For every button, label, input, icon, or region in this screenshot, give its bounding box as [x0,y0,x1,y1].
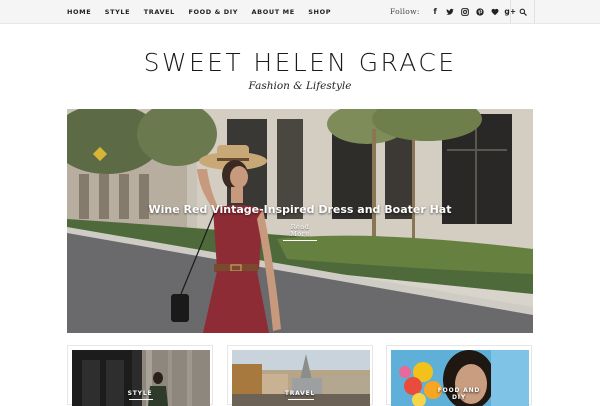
category-label-line1: FOOD AND [437,387,481,394]
category-thumbnail [232,350,370,406]
featured-post-image [67,109,533,333]
category-card-travel[interactable]: TRAVEL [227,345,373,406]
top-navigation-bar: HOME STYLE TRAVEL FOOD & DIY ABOUT ME SH… [0,0,600,24]
nav-item-home[interactable]: HOME [67,8,91,16]
twitter-icon[interactable] [443,6,458,18]
category-label-style: STYLE [127,390,153,397]
nav-item-travel[interactable]: TRAVEL [144,8,175,16]
main-menu: HOME STYLE TRAVEL FOOD & DIY ABOUT ME SH… [67,0,345,23]
featured-post-slider[interactable] [67,109,533,333]
category-card-food-diy[interactable]: FOOD AND DIY [386,345,532,406]
facebook-icon[interactable]: f [428,6,443,18]
site-tagline: Fashion & Lifestyle [248,80,352,92]
category-label-travel: TRAVEL [284,390,316,397]
social-follow: Follow: f g+ [390,0,518,23]
instagram-icon[interactable] [458,6,473,18]
search-icon [519,8,527,16]
read-more-line2: More [290,230,310,238]
nav-item-shop[interactable]: SHOP [308,8,331,16]
nav-item-food-diy[interactable]: FOOD & DIY [188,8,238,16]
pinterest-icon[interactable] [473,6,488,18]
nav-item-about-me[interactable]: ABOUT ME [252,8,295,16]
social-icons: f g+ [428,6,518,18]
category-card-style[interactable]: STYLE [67,345,213,406]
category-thumbnail [72,350,210,406]
featured-post-title[interactable]: Wine Red Vintage-Inspired Dress and Boat… [0,203,600,216]
site-title[interactable]: SWEET HELEN GRACE [0,48,600,77]
bloglovin-heart-icon[interactable] [488,6,503,18]
read-more-link[interactable]: Read More [283,224,317,241]
category-label-food-diy: FOOD AND DIY [387,387,531,401]
search-button[interactable] [510,0,535,23]
nav-item-style[interactable]: STYLE [105,8,130,16]
follow-label: Follow: [390,7,420,16]
